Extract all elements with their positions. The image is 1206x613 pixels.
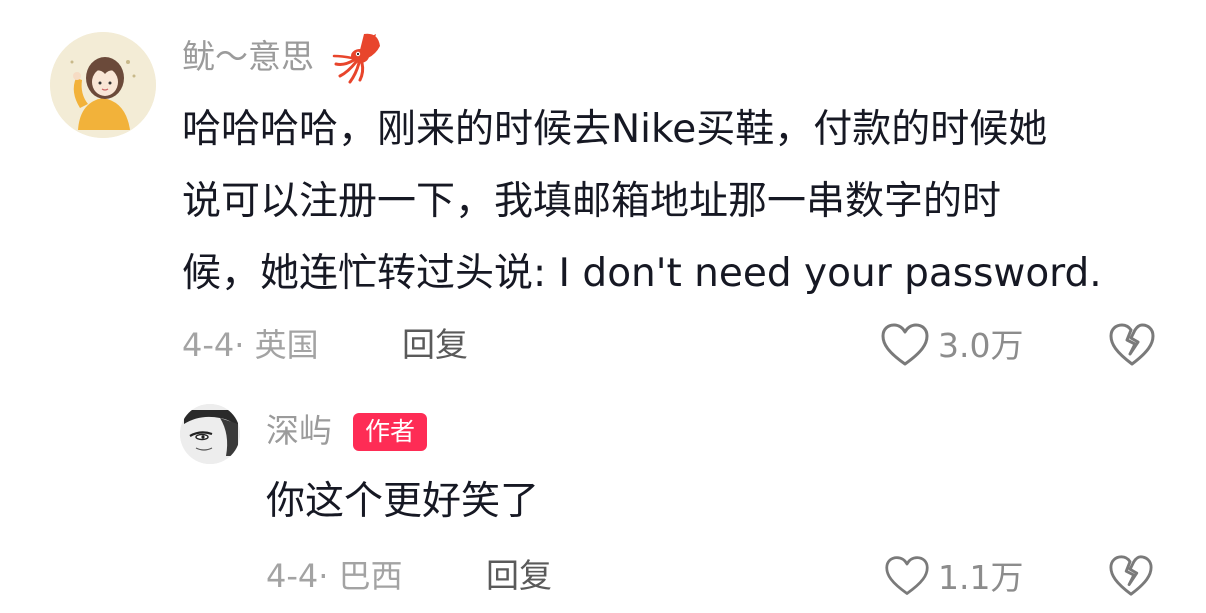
heart-outline-icon[interactable] [880, 322, 930, 368]
girl-illustration-icon [50, 32, 156, 138]
comment-date-location: 4-4· 英国 [182, 326, 319, 364]
sketch-face-icon [180, 404, 240, 464]
comment-text-line: 说可以注册一下，我填邮箱地址那一串数字的时 [182, 179, 1002, 224]
reply-like-count: 1.1万 [938, 558, 1024, 597]
commenter-avatar[interactable] [50, 32, 156, 138]
broken-heart-icon[interactable] [1108, 554, 1154, 598]
heart-outline-icon[interactable] [884, 554, 930, 598]
reply-username[interactable]: 深屿 [266, 414, 332, 447]
comment-text-line: 候，她连忙转过头说: I don't need your password. [182, 251, 1102, 296]
author-badge: 作者 [353, 413, 428, 451]
reply-text: 你这个更好笑了 [266, 479, 540, 524]
comment-text-line: 哈哈哈哈，刚来的时候去Nike买鞋，付款的时候她 [182, 107, 1048, 152]
reply-author-avatar[interactable] [180, 404, 240, 464]
reply-reply-button[interactable]: 回复 [486, 559, 552, 592]
squid-icon [330, 30, 384, 84]
commenter-username[interactable]: 鱿～意思 [182, 40, 314, 73]
reply-date-location: 4-4· 巴西 [266, 557, 403, 595]
comment-like-count: 3.0万 [938, 326, 1024, 365]
broken-heart-icon[interactable] [1108, 322, 1156, 368]
comment-reply-button[interactable]: 回复 [402, 328, 468, 361]
